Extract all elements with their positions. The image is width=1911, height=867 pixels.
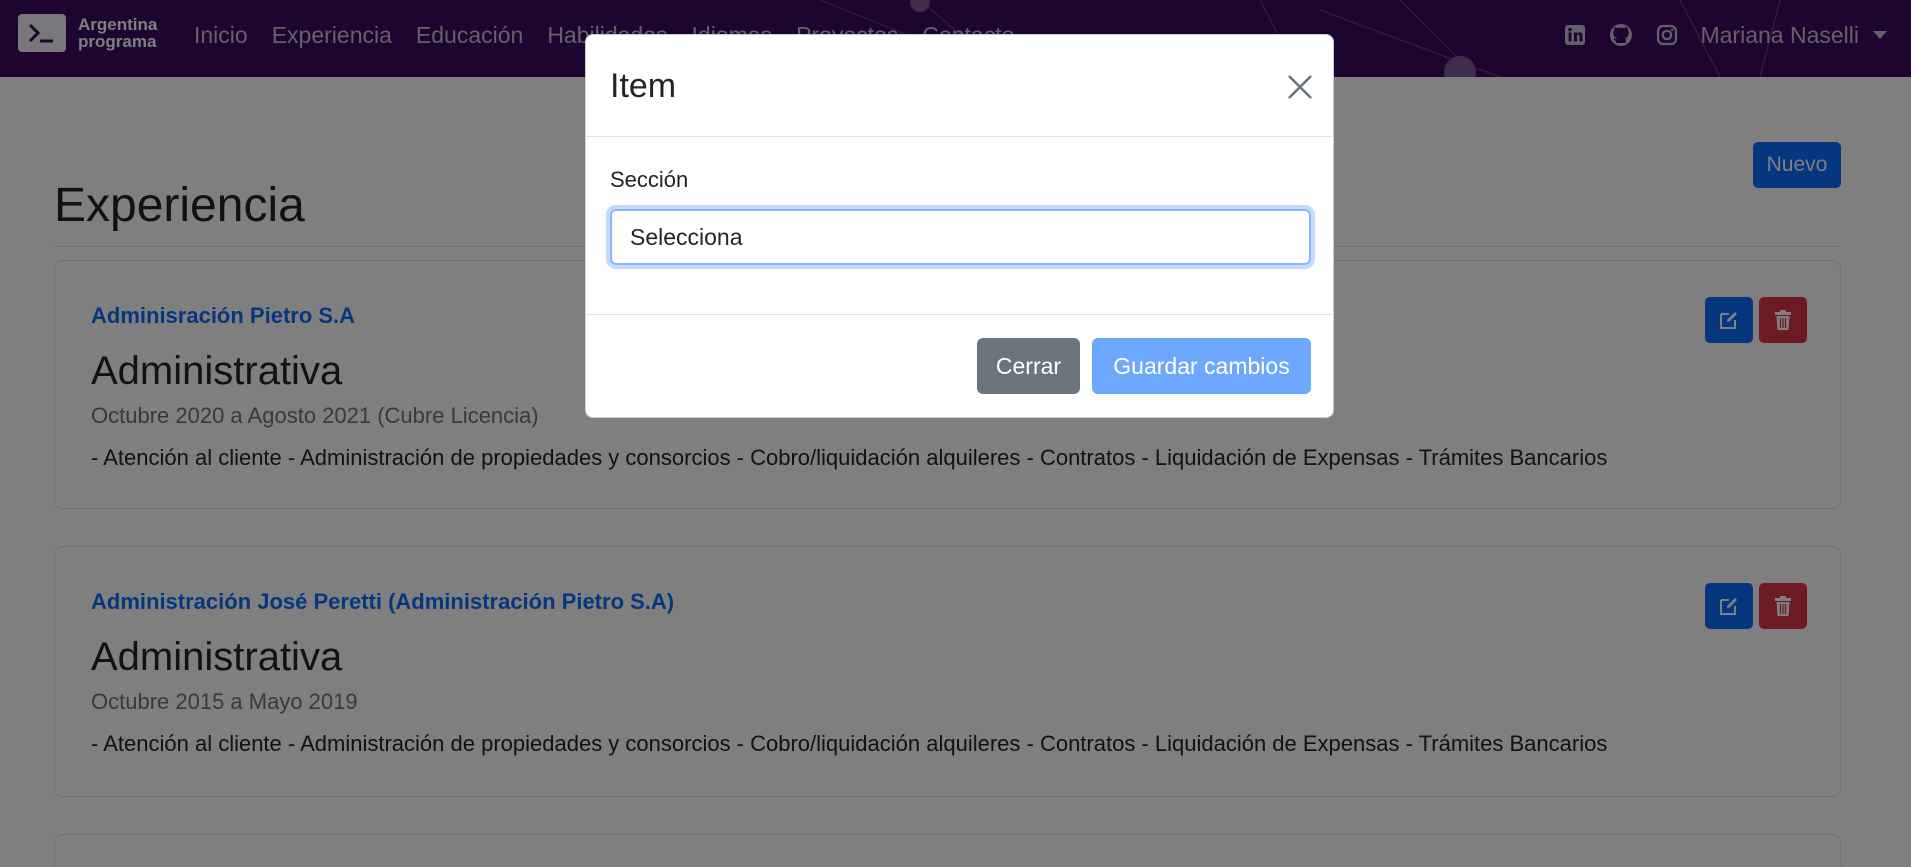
modal-title: Item xyxy=(610,67,677,105)
modal-header-divider xyxy=(586,136,1333,137)
section-select[interactable]: Selecciona xyxy=(610,209,1311,265)
close-icon[interactable] xyxy=(1282,69,1318,105)
modal-footer-divider xyxy=(586,314,1333,315)
save-button[interactable]: Guardar cambios xyxy=(1092,338,1311,394)
item-modal: Item Sección Selecciona Cerrar Guardar c… xyxy=(585,34,1334,418)
section-field-label: Sección xyxy=(610,167,689,192)
close-button[interactable]: Cerrar xyxy=(977,338,1080,394)
